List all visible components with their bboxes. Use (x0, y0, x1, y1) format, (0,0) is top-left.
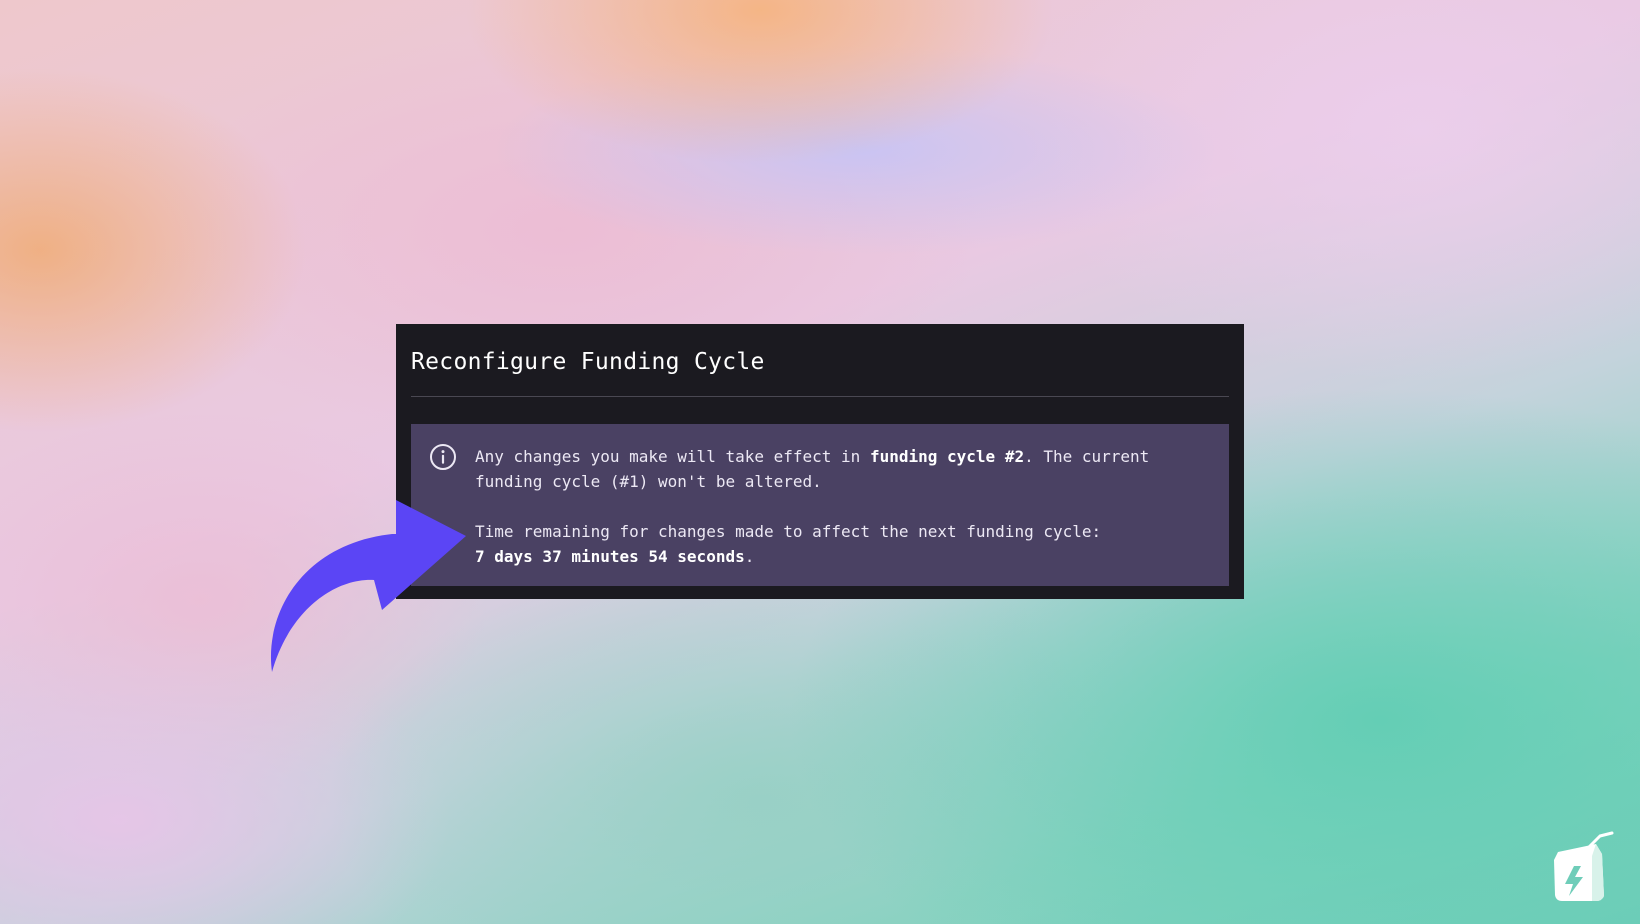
time-remaining-value: 7 days 37 minutes 54 seconds (475, 547, 745, 566)
dialog-title: Reconfigure Funding Cycle (411, 324, 1229, 397)
next-cycle-label: funding cycle #2 (869, 447, 1025, 466)
juicebox-logo-icon (1554, 831, 1614, 901)
info-icon (430, 444, 456, 470)
reconfigure-dialog: Reconfigure Funding Cycle Any changes yo… (396, 324, 1244, 599)
notice-paragraph-effect: Any changes you make will take effect in… (475, 447, 1150, 491)
notice-paragraph-time-remaining: Time remaining for changes made to affec… (475, 522, 1102, 566)
info-notice: Any changes you make will take effect in… (411, 424, 1229, 586)
pointer-arrow-icon (270, 500, 466, 672)
